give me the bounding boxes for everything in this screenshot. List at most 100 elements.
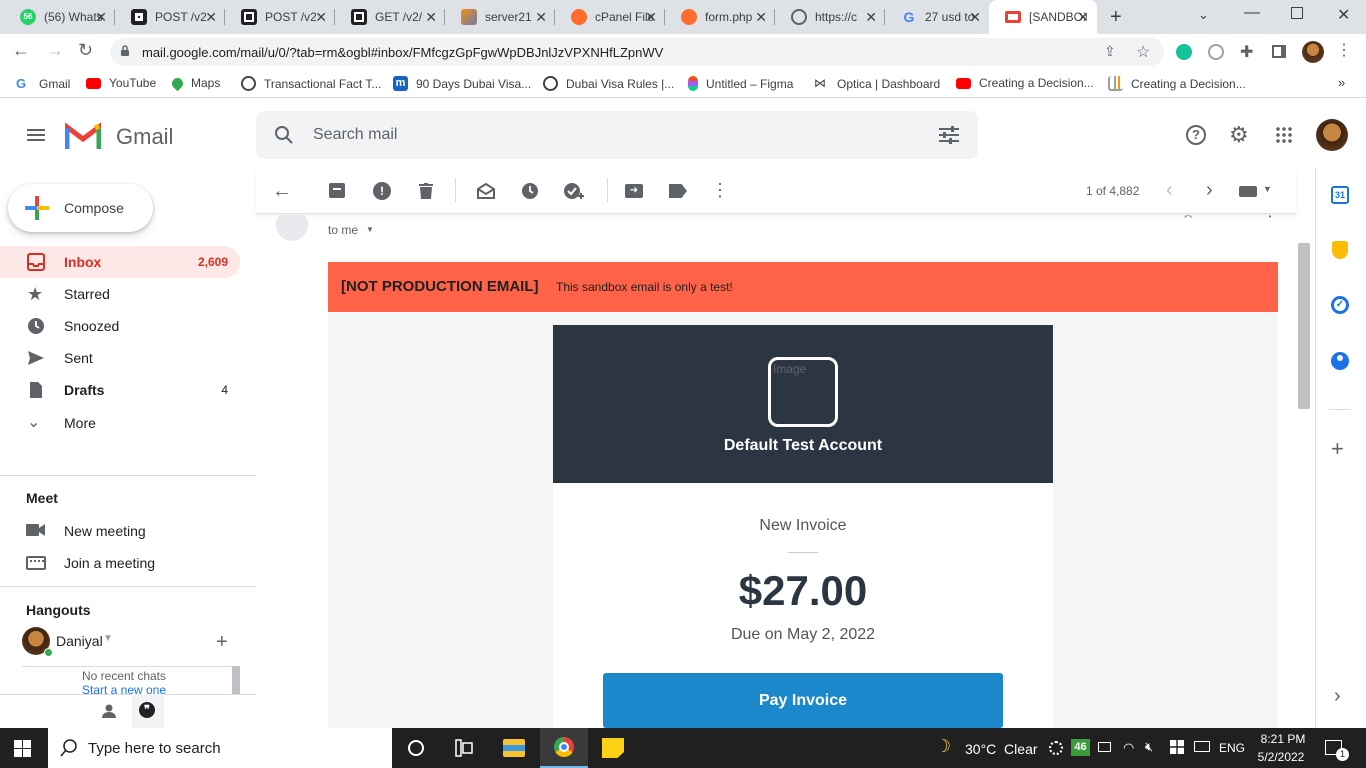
back-icon[interactable]: ← bbox=[12, 40, 30, 61]
close-icon[interactable]: ✕ bbox=[969, 9, 981, 26]
chat-scrollbar[interactable] bbox=[232, 666, 240, 694]
taskbar-search-box[interactable]: Type here to search bbox=[48, 728, 392, 768]
bookmark-youtube[interactable]: YouTube bbox=[86, 76, 156, 90]
more-bookmarks-icon[interactable]: » bbox=[1338, 75, 1345, 90]
close-window-button[interactable]: ✕ bbox=[1337, 5, 1350, 25]
get-addons-icon[interactable]: + bbox=[1331, 438, 1344, 460]
speaker-muted-icon[interactable]: 🔇︎ bbox=[1145, 739, 1153, 755]
message-more-icon[interactable]: ⋮ bbox=[1262, 215, 1278, 221]
tab-search-icon[interactable]: ⌄ bbox=[1198, 7, 1209, 23]
bookmark-dubai-visa[interactable]: m 90 Days Dubai Visa... bbox=[393, 76, 531, 91]
help-icon[interactable]: ? bbox=[1186, 125, 1206, 145]
new-meeting-link[interactable]: New meeting bbox=[64, 523, 146, 539]
browser-menu-icon[interactable]: ⋮ bbox=[1336, 40, 1352, 60]
delete-trash-icon[interactable] bbox=[419, 183, 433, 199]
nav-drafts[interactable]: Drafts 4 bbox=[0, 374, 240, 406]
weather-moon-icon[interactable]: ☽ bbox=[935, 736, 951, 757]
report-spam-icon[interactable]: ! bbox=[373, 182, 391, 200]
tab-https[interactable]: https://c ✕ bbox=[775, 0, 885, 34]
tab-server21[interactable]: server21 ✕ bbox=[445, 0, 555, 34]
message-scrollbar[interactable] bbox=[1298, 243, 1310, 409]
search-input[interactable]: Search mail bbox=[313, 126, 397, 144]
settings-gear-icon[interactable]: ⚙ bbox=[1229, 122, 1249, 148]
reload-icon[interactable]: ↻ bbox=[78, 40, 93, 61]
new-tab-button[interactable]: + bbox=[1110, 6, 1122, 29]
tab-post-2[interactable]: POST /v2 ✕ bbox=[225, 0, 335, 34]
account-avatar[interactable] bbox=[1316, 119, 1348, 151]
loading-icon[interactable] bbox=[1049, 741, 1063, 755]
battery-icon[interactable] bbox=[1098, 742, 1111, 752]
input-tools-keyboard-icon[interactable] bbox=[1239, 186, 1257, 197]
close-icon[interactable]: ✕ bbox=[95, 9, 107, 26]
chrome-taskbar-button[interactable] bbox=[540, 728, 588, 768]
pay-invoice-button[interactable]: Pay Invoice bbox=[603, 673, 1003, 728]
caret-down-icon[interactable]: ▼ bbox=[103, 633, 113, 644]
main-menu-icon[interactable] bbox=[27, 129, 45, 141]
bookmark-optica[interactable]: ⋈ Optica | Dashboard bbox=[814, 76, 940, 91]
more-actions-icon[interactable]: ⋮ bbox=[711, 180, 729, 200]
share-icon[interactable]: ⇪ bbox=[1104, 43, 1116, 60]
security-icon[interactable] bbox=[1170, 740, 1184, 754]
tab-get[interactable]: GET /v2/ ✕ bbox=[335, 0, 445, 34]
close-icon[interactable]: ✕ bbox=[535, 9, 547, 26]
grammarly-icon[interactable] bbox=[1176, 44, 1192, 60]
compose-button[interactable]: Compose bbox=[8, 184, 153, 232]
newer-chevron-icon[interactable]: ‹ bbox=[1166, 179, 1173, 202]
older-chevron-icon[interactable]: › bbox=[1206, 179, 1213, 202]
tab-google-search[interactable]: G 27 usd to ✕ bbox=[885, 0, 989, 34]
search-icon[interactable] bbox=[274, 125, 294, 148]
bookmark-star-icon[interactable]: ☆ bbox=[1136, 42, 1150, 62]
minimize-button[interactable]: — bbox=[1244, 4, 1260, 22]
tab-gmail-active[interactable]: [SANDBOX ✕ bbox=[989, 0, 1097, 34]
person-icon[interactable] bbox=[102, 704, 116, 718]
display-icon[interactable] bbox=[1194, 741, 1210, 752]
clock-time[interactable]: 8:21 PM bbox=[1258, 732, 1308, 746]
sticky-notes-icon[interactable] bbox=[602, 738, 624, 758]
expand-panel-icon[interactable]: › bbox=[1334, 686, 1341, 706]
tasks-icon[interactable]: ✓ bbox=[1331, 296, 1349, 314]
mark-unread-icon[interactable] bbox=[477, 182, 495, 199]
close-icon[interactable]: ✕ bbox=[645, 9, 657, 26]
keep-icon[interactable] bbox=[1332, 241, 1348, 259]
search-options-icon[interactable] bbox=[939, 126, 959, 147]
hangouts-tab[interactable]: ❞ bbox=[132, 694, 164, 728]
bookmark-figma[interactable]: Untitled – Figma bbox=[688, 76, 793, 91]
close-icon[interactable]: ✕ bbox=[1077, 9, 1089, 26]
language-indicator[interactable]: ENG bbox=[1219, 741, 1245, 755]
search-box[interactable]: Search mail bbox=[256, 111, 978, 159]
file-explorer-icon[interactable] bbox=[503, 739, 525, 757]
bookmark-decision-1[interactable]: Creating a Decision... bbox=[956, 76, 1094, 90]
bookmark-transactional[interactable]: Transactional Fact T... bbox=[241, 76, 381, 91]
to-me-label[interactable]: to me bbox=[328, 223, 358, 237]
bookmark-dubai-rules[interactable]: Dubai Visa Rules |... bbox=[543, 76, 674, 91]
cortana-icon[interactable] bbox=[408, 740, 424, 756]
close-icon[interactable]: ✕ bbox=[755, 9, 767, 26]
clock-date[interactable]: 5/2/2022 bbox=[1254, 750, 1308, 764]
gmail-logo-icon[interactable] bbox=[64, 122, 102, 149]
side-panel-icon[interactable] bbox=[1272, 45, 1286, 58]
tab-form-php[interactable]: form.php ✕ bbox=[665, 0, 775, 34]
hangouts-user-name[interactable]: Daniyal bbox=[56, 633, 103, 649]
restore-button[interactable] bbox=[1291, 7, 1303, 19]
bookmark-gmail[interactable]: G Gmail bbox=[16, 76, 70, 91]
close-icon[interactable]: ✕ bbox=[315, 9, 327, 26]
windows-start-icon[interactable] bbox=[14, 740, 31, 757]
nav-starred[interactable]: ★ Starred bbox=[0, 278, 240, 310]
wifi-icon[interactable]: ◠ bbox=[1123, 740, 1134, 756]
snooze-clock-icon[interactable] bbox=[521, 182, 539, 200]
profile-avatar[interactable] bbox=[1302, 41, 1324, 63]
close-icon[interactable]: ✕ bbox=[865, 9, 877, 26]
details-caret-icon[interactable]: ▼ bbox=[366, 225, 374, 234]
nav-sent[interactable]: Sent bbox=[0, 342, 240, 374]
archive-icon[interactable] bbox=[329, 183, 345, 198]
add-to-tasks-icon[interactable] bbox=[564, 182, 584, 200]
bookmark-maps[interactable]: Maps bbox=[169, 75, 220, 91]
tab-cpanel-file[interactable]: cPanel File ✕ bbox=[555, 0, 665, 34]
forward-icon[interactable]: → bbox=[46, 40, 64, 61]
contacts-icon[interactable] bbox=[1331, 352, 1349, 370]
add-chat-icon[interactable]: + bbox=[216, 631, 228, 654]
bookmark-decision-2[interactable]: Creating a Decision... bbox=[1108, 76, 1246, 91]
calendar-icon[interactable]: 31 bbox=[1331, 186, 1349, 204]
close-icon[interactable]: ✕ bbox=[205, 9, 217, 26]
tab-whatsapp[interactable]: 56 (56) WhatsApp ✕ bbox=[4, 0, 115, 34]
